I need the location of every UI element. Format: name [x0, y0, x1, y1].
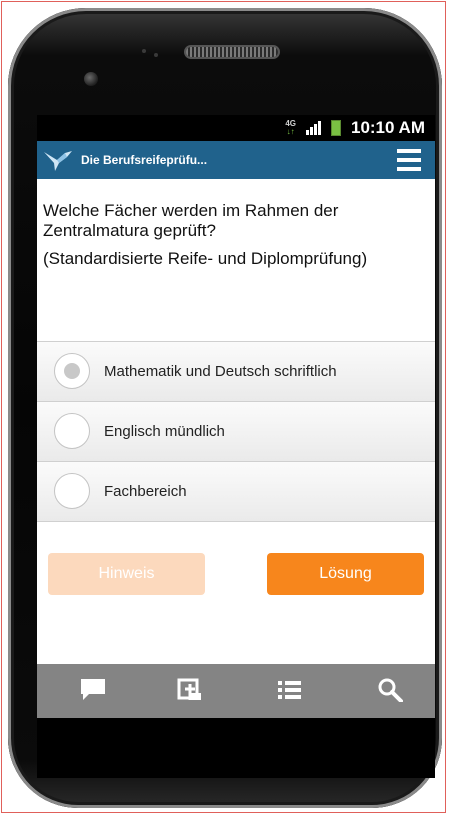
question-text: Welche Fächer werden im Rahmen der Zentr…	[43, 201, 339, 240]
hint-button[interactable]: Hinweis	[48, 553, 205, 595]
bird-logo-icon	[44, 151, 72, 171]
radio-button[interactable]	[54, 473, 90, 509]
tab-chat[interactable]	[62, 664, 122, 718]
status-clock: 10:10 AM	[350, 118, 425, 137]
app-title: Die Berufsreifeprüfu...	[81, 153, 208, 167]
network-activity-icon: ↓↑	[286, 127, 295, 136]
question-text-block: Welche Fächer werden im Rahmen der Zentr…	[43, 201, 429, 269]
front-camera	[84, 72, 98, 86]
answer-option-label: Mathematik und Deutsch schriftlich	[104, 363, 337, 380]
solution-button[interactable]: Lösung	[267, 553, 424, 595]
answer-option-label: Englisch mündlich	[104, 423, 225, 440]
action-buttons: Hinweis Lösung	[37, 553, 435, 597]
add-note-icon	[177, 678, 201, 700]
tab-list[interactable]	[259, 664, 319, 718]
light-sensor	[154, 53, 158, 57]
radio-button[interactable]	[54, 413, 90, 449]
chat-icon	[81, 679, 105, 700]
app-screen: Die Berufsreifeprüfu... Welche Fächer we…	[37, 141, 435, 718]
phone-chin	[37, 718, 435, 778]
answer-option-label: Fachbereich	[104, 483, 187, 500]
radio-button-selected[interactable]	[54, 353, 90, 389]
proximity-sensor	[142, 49, 146, 53]
tab-add-note[interactable]	[159, 664, 219, 718]
tab-search[interactable]	[359, 664, 419, 718]
status-bar: 4G ↓↑ 10:10 AM	[37, 115, 435, 141]
answer-option[interactable]: Fachbereich	[37, 461, 435, 522]
network-type-icon: 4G ↓↑	[285, 120, 296, 136]
answer-option[interactable]: Mathematik und Deutsch schriftlich	[37, 341, 435, 401]
battery-icon	[330, 120, 341, 136]
list-icon	[278, 681, 301, 699]
hamburger-menu-icon[interactable]	[397, 149, 421, 171]
app-bar: Die Berufsreifeprüfu...	[37, 141, 435, 179]
bottom-navigation	[37, 664, 435, 718]
search-icon	[378, 678, 403, 702]
answer-option[interactable]: Englisch mündlich	[37, 401, 435, 461]
signal-strength-icon	[305, 121, 321, 135]
earpiece-speaker	[184, 45, 280, 59]
answer-options: Mathematik und Deutsch schriftlich Engli…	[37, 341, 435, 522]
question-subtext: (Standardisierte Reife- und Diplomprüfun…	[43, 249, 368, 268]
